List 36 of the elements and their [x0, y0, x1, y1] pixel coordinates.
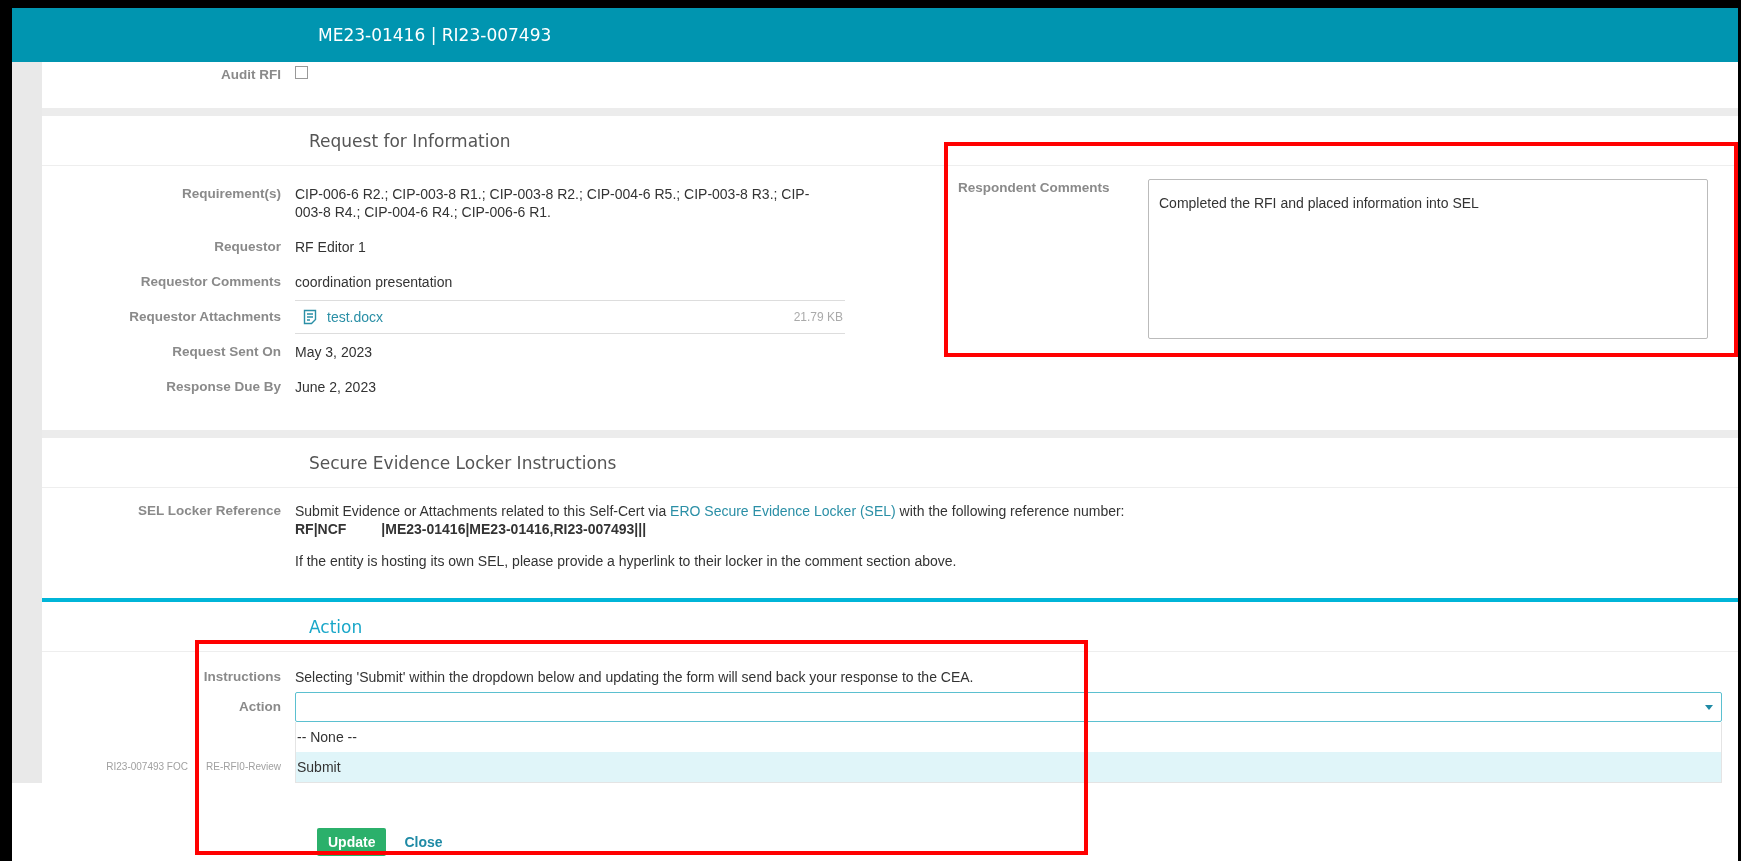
section-heading: Request for Information	[309, 130, 511, 151]
footer-note: RE-RFI0-Review	[206, 760, 281, 774]
attachment-link[interactable]: test.docx	[327, 309, 384, 325]
field-value: coordination presentation	[295, 273, 454, 291]
field-value: June 2, 2023	[295, 378, 377, 396]
instruction-text: Selecting 'Submit' within the dropdown below and updating the form will send back your response to the CEA.	[295, 668, 975, 686]
note-text: If the entity is hosting its own SEL, please provide a hyperlink to their locker in the comment section above.	[295, 552, 958, 570]
dropdown-option[interactable]: Submit	[296, 752, 1721, 782]
action-dropdown[interactable]	[295, 692, 1722, 722]
reference-number: RF|NCF |ME23-01416|ME23-01416,RI23-007493|||	[295, 520, 648, 538]
document-icon	[303, 309, 317, 325]
checkbox[interactable]	[295, 66, 308, 79]
field-label: Respondent Comments	[958, 179, 1111, 197]
section-heading: Secure Evidence Locker Instructions	[309, 452, 617, 473]
section-heading: Action	[309, 616, 363, 637]
footer-note: RI23-007493 FOC	[106, 760, 188, 774]
close-link[interactable]: Close	[404, 834, 443, 850]
field-value: RF Editor 1	[295, 238, 367, 256]
field-label: Requestor Comments	[140, 274, 281, 289]
comments-field[interactable]: Completed the RFI and placed information into SEL	[1148, 179, 1708, 339]
window-title: ME23-01416 | RI23-007493	[318, 25, 552, 45]
locker-link[interactable]: ERO Secure Evidence Locker (SEL)	[670, 503, 896, 519]
field-label: Requirement(s)	[182, 186, 281, 201]
caret-icon	[1705, 704, 1713, 710]
field-label: Request Sent On	[172, 344, 281, 359]
field-label: Requestor	[214, 239, 281, 254]
field-label: Instructions	[203, 669, 281, 684]
field-value: May 3, 2023	[295, 343, 374, 361]
field-label: Audit RFI	[221, 67, 281, 82]
field-label: Requestor Attachments	[129, 309, 281, 324]
field-label: Response Due By	[166, 379, 281, 394]
instruction-text: Submit Evidence or Attachments related to this Self-Cert via ERO Secure Evidence Locker (SEL) with the following reference number:	[295, 502, 1126, 520]
field-label: SEL Locker Reference	[137, 503, 281, 518]
field-value: CIP-006-6 R2.; CIP-003-8 R1.; CIP-003-8 R2.; CIP-004-6 R5.; CIP-003-8 R3.; CIP-003-8 R4.; CIP-004-6 R4.; CIP-006-6 R1.	[295, 185, 811, 221]
field-label: Action	[239, 699, 281, 714]
file-size: 21.79 KB	[793, 310, 843, 324]
